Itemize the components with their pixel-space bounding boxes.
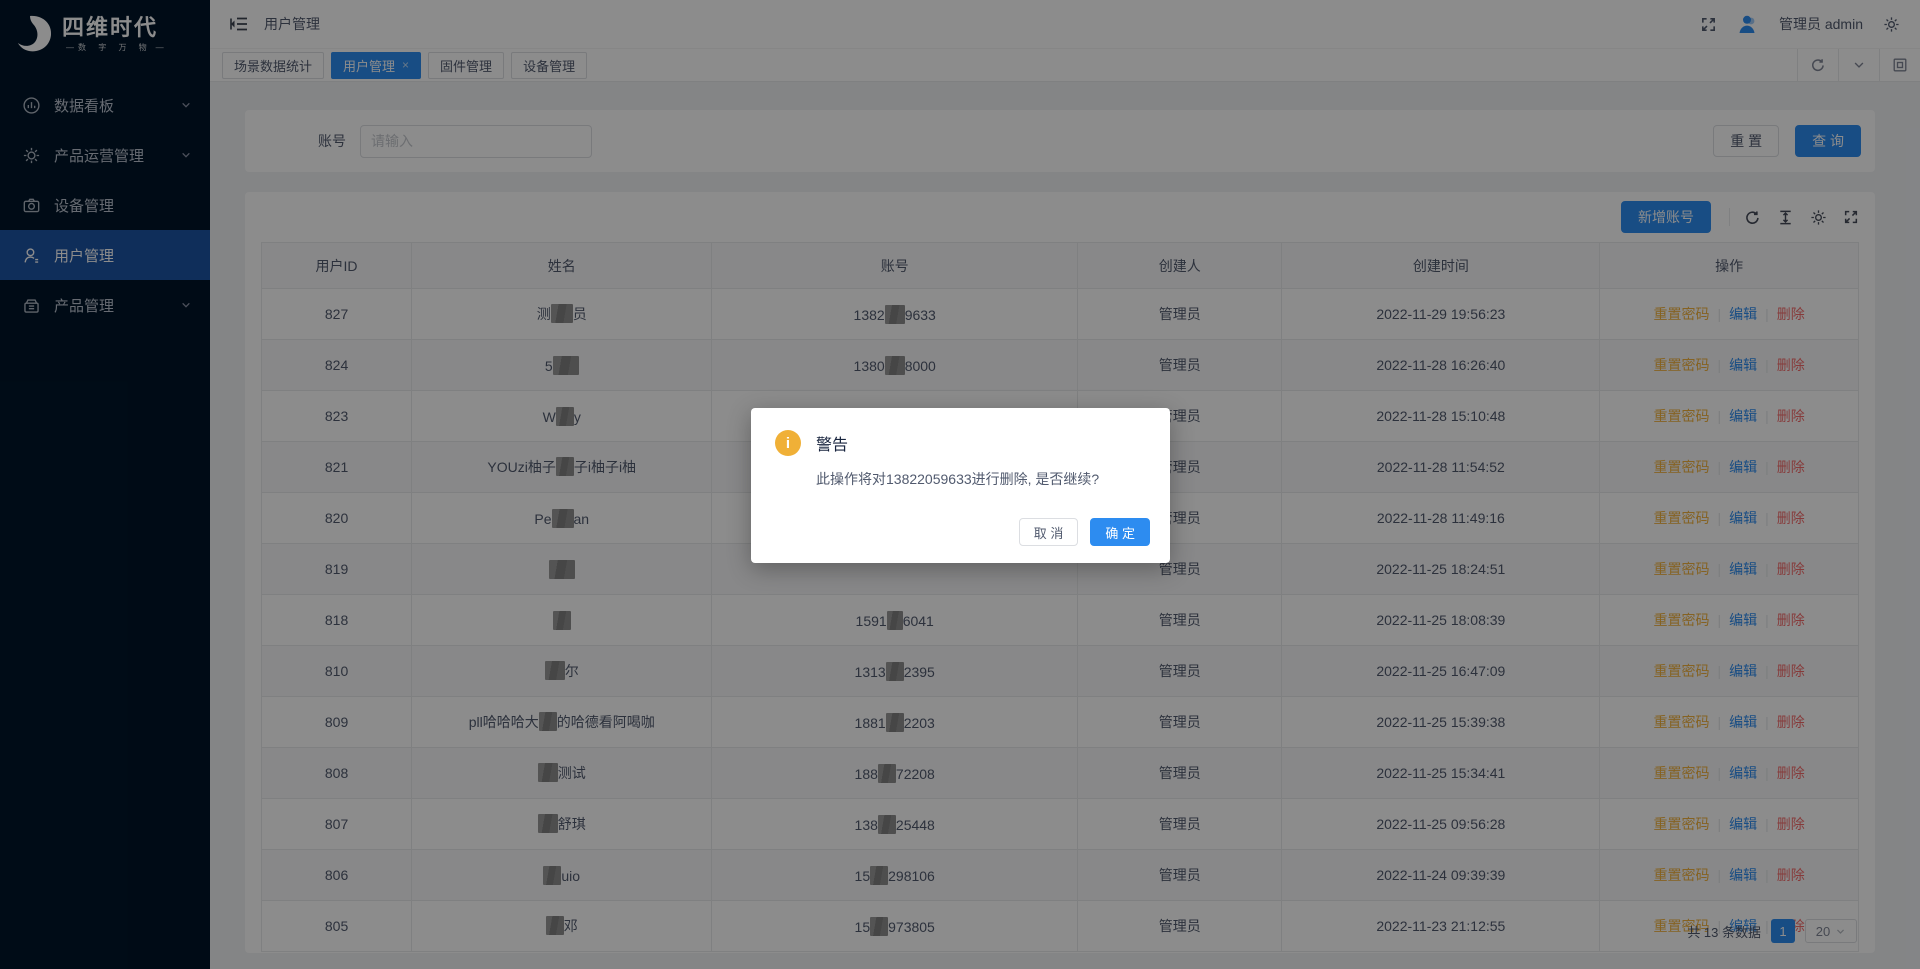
dialog-confirm-button[interactable]: 确 定 (1090, 518, 1150, 546)
dialog-cancel-button[interactable]: 取 消 (1019, 518, 1079, 546)
warning-info-icon: i (775, 430, 801, 456)
dialog-title: 警告 (816, 431, 848, 455)
warning-dialog: i 警告 此操作将对13822059633进行删除, 是否继续? 取 消 确 定 (751, 408, 1170, 563)
dialog-message: 此操作将对13822059633进行删除, 是否继续? (816, 469, 1150, 489)
